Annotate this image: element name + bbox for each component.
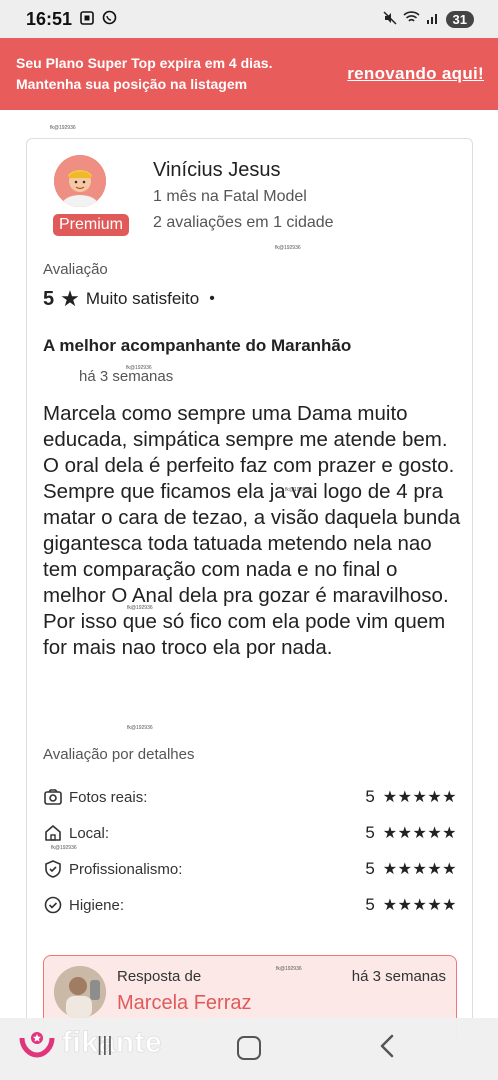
- detail-score: 5: [365, 859, 375, 878]
- status-right: 31: [383, 10, 474, 28]
- detail-score: 5: [365, 895, 375, 914]
- detail-label: Higiene:: [69, 896, 125, 914]
- brand-overlay: fikante: [18, 1026, 162, 1060]
- banner-message: Seu Plano Super Top expira em 4 dias. Ma…: [16, 53, 272, 95]
- rating-score: 5: [43, 287, 55, 310]
- shield-check-icon: [43, 859, 63, 879]
- review-title: A melhor acompanhante do Maranhão: [43, 336, 352, 355]
- mute-icon: [383, 10, 397, 28]
- reviewer-avatar[interactable]: [54, 155, 106, 207]
- wifi-icon: [402, 11, 420, 27]
- detail-score: 5: [365, 823, 375, 842]
- watermark: fk@192936: [50, 125, 76, 131]
- rating-label: Avaliação: [43, 261, 108, 278]
- recents-button[interactable]: |||: [97, 1034, 113, 1057]
- home-button[interactable]: [237, 1036, 261, 1060]
- premium-badge: Premium: [53, 214, 130, 236]
- camera-check-icon: [43, 787, 63, 807]
- reply-label: Resposta de: [117, 968, 202, 985]
- detail-stars: ★★★★★: [382, 789, 457, 806]
- separator-dot: •: [209, 290, 215, 307]
- reply-date: há 3 semanas: [351, 968, 446, 985]
- renew-link[interactable]: renovando aqui!: [347, 64, 484, 84]
- back-chevron-icon: [380, 1034, 394, 1058]
- detail-row-fotos: Fotos reais: 5 ★★★★★: [43, 785, 457, 809]
- detail-stars: ★★★★★: [382, 897, 457, 914]
- status-left: 16:51: [26, 9, 117, 30]
- review-card: Premium Vinícius Jesus 1 mês na Fatal Mo…: [26, 138, 473, 1038]
- reply-author-name[interactable]: Marcela Ferraz: [117, 992, 251, 1015]
- reviewer-membership: 1 mês na Fatal Model: [153, 188, 307, 205]
- banner-line-2: Mantenha sua posição na listagem: [16, 76, 248, 92]
- system-nav-bar: fikante |||: [0, 1018, 498, 1080]
- signal-icon: [426, 11, 440, 27]
- clock: 16:51: [26, 8, 73, 29]
- detail-label: Profissionalismo:: [69, 860, 183, 878]
- rating-text: Muito satisfeito: [85, 289, 200, 308]
- plan-expiry-banner: Seu Plano Super Top expira em 4 dias. Ma…: [0, 38, 498, 110]
- watermark: fk@192936: [127, 725, 153, 731]
- home-icon: [43, 823, 63, 843]
- battery-indicator: 31: [445, 10, 474, 28]
- fikante-logo-icon: [19, 1032, 55, 1058]
- watermark: fk@192936: [276, 966, 302, 972]
- detail-score: 5: [365, 787, 375, 806]
- reviewer-stats: 2 avaliações em 1 cidade: [153, 214, 334, 231]
- reviewer-profile: Premium Vinícius Jesus 1 mês na Fatal Mo…: [27, 139, 472, 251]
- reviewer-name[interactable]: Vinícius Jesus: [153, 159, 280, 182]
- detail-label: Local:: [69, 824, 110, 842]
- status-bar: 16:51 31: [0, 0, 498, 38]
- detail-stars: ★★★★★: [382, 861, 457, 878]
- screenshot-icon: [80, 10, 94, 28]
- banner-line-1: Seu Plano Super Top expira em 4 dias.: [16, 55, 273, 71]
- watermark: fk@192936: [285, 487, 311, 493]
- reply-avatar[interactable]: [54, 966, 106, 1018]
- check-circle-icon: [43, 895, 63, 915]
- whatsapp-icon: [102, 10, 117, 28]
- overall-rating: 5 ★ Muito satisfeito •: [43, 286, 215, 312]
- detail-row-local: Local: 5 ★★★★★: [43, 821, 457, 845]
- detail-stars: ★★★★★: [382, 825, 457, 842]
- back-button[interactable]: [376, 1032, 400, 1065]
- star-icon: ★: [60, 286, 80, 311]
- watermark: fk@192936: [127, 605, 153, 611]
- review-date: há 3 semanas: [79, 368, 174, 385]
- details-label: Avaliação por detalhes: [43, 746, 195, 763]
- watermark: fk@192936: [275, 245, 301, 251]
- watermark: fk@192936: [51, 845, 77, 851]
- detail-row-higiene: Higiene: 5 ★★★★★: [43, 893, 457, 917]
- detail-row-profissionalismo: Profissionalismo: 5 ★★★★★: [43, 857, 457, 881]
- review-body: Marcela como sempre uma Dama muito educa…: [43, 402, 461, 659]
- detail-label: Fotos reais:: [69, 788, 148, 806]
